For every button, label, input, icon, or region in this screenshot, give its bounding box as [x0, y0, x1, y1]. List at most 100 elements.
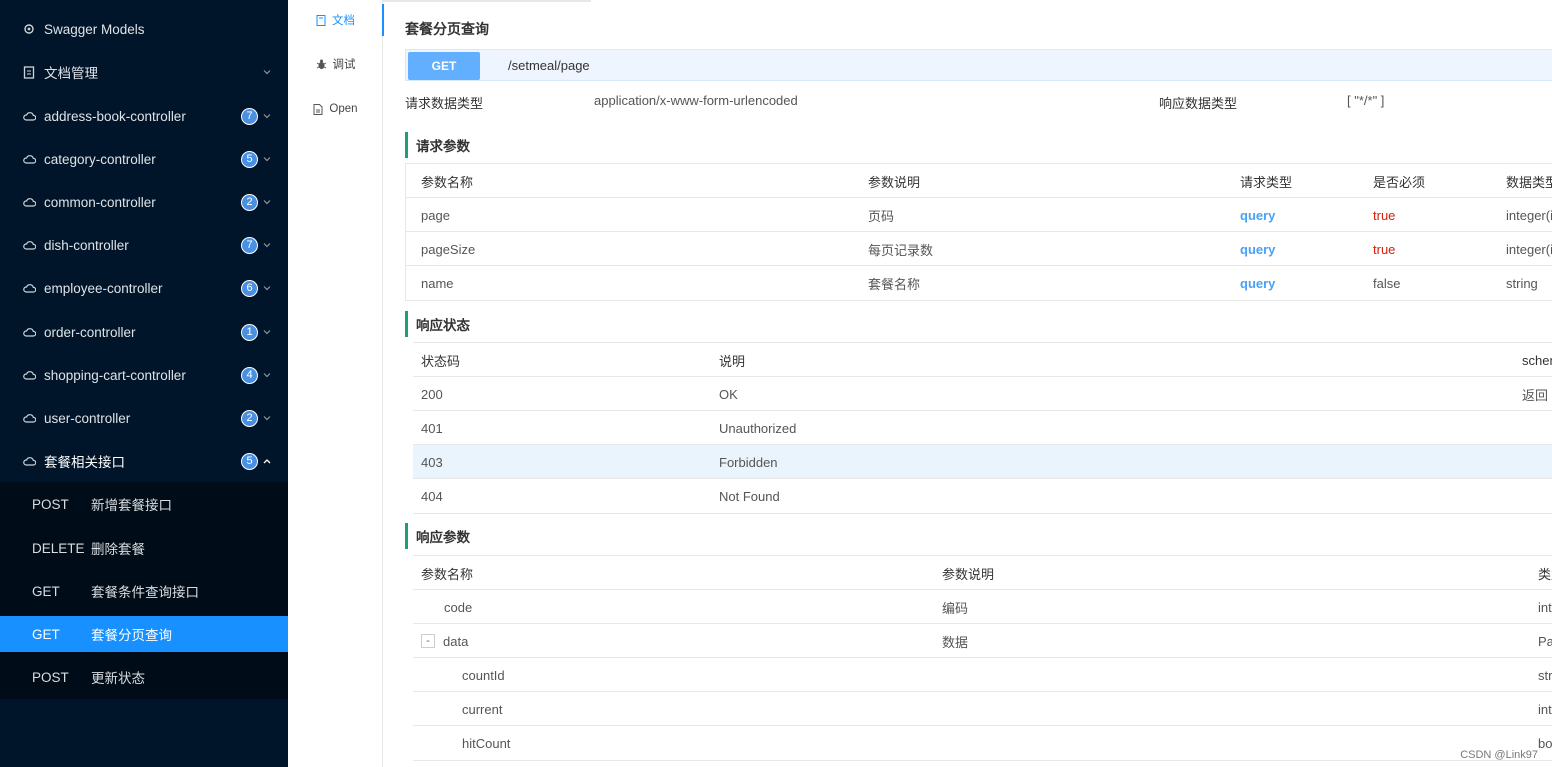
count-badge: 5: [241, 452, 258, 470]
status-schema: 返回: [1522, 387, 1549, 403]
status-code: 401: [421, 420, 443, 436]
param-in: query: [1240, 207, 1276, 223]
sidebar-item[interactable]: employee-controller 6: [0, 268, 288, 308]
tab-open[interactable]: Open: [288, 91, 383, 127]
sidebar-item[interactable]: address-book-controller 7: [0, 96, 288, 136]
chevron-down-icon[interactable]: [263, 414, 271, 422]
tab-debug-label: 调试: [332, 59, 356, 71]
param-name: name: [421, 275, 454, 291]
sidebar-item[interactable]: common-controller 2: [0, 182, 288, 222]
submenu-setmeal: POST 新增套餐接口 DELETE 删除套餐 GET 套餐条件查询接口 GET 套餐分页查询…: [0, 482, 288, 699]
cloud-icon: [22, 368, 36, 382]
submenu-item[interactable]: POST 新增套餐接口: [0, 486, 288, 522]
table-row: 404 Not Found: [413, 479, 1552, 513]
sidebar: Swagger Models 文档管理 address-book-controlle…: [0, 0, 288, 767]
sidebar-item-label: 套餐相关接口: [44, 455, 125, 470]
table-header: 状态码 说明 schema: [413, 343, 1552, 377]
submenu-item[interactable]: DELETE 删除套餐: [0, 530, 288, 566]
tab-doc[interactable]: 文档: [288, 2, 384, 38]
count-badge: 1: [241, 323, 258, 341]
col-header: 请求类型: [1240, 174, 1293, 190]
cloud-icon: [22, 109, 36, 123]
file-icon: [313, 103, 323, 115]
cloud-icon: [22, 195, 36, 209]
param-type: integer(int32): [1506, 241, 1552, 257]
sidebar-item-label: 文档管理: [44, 66, 98, 81]
status-code: 403: [421, 454, 443, 470]
col-header: 数据类型: [1506, 174, 1552, 190]
col-header: 参数名称: [421, 566, 474, 582]
response-params-table: 参数名称 参数说明 类型 code 编码 integer - data 数据 P…: [413, 555, 1552, 761]
chevron-down-icon[interactable]: [263, 371, 271, 379]
col-header: 参数说明: [942, 566, 995, 582]
col-header: 状态码: [421, 353, 461, 369]
main-content: 套餐分页查询 GET /setmeal/page 请求数据类型 applicat…: [383, 0, 1552, 767]
response-type-value: [ "*/*" ]: [1347, 93, 1385, 108]
col-header: 说明: [719, 353, 746, 369]
col-header: 类型: [1538, 566, 1552, 582]
sidebar-item-label: user-controller: [44, 410, 131, 426]
status-code: 404: [421, 488, 443, 504]
http-method-label: GET: [32, 626, 60, 642]
collapse-toggle[interactable]: -: [421, 634, 435, 648]
chevron-down-icon[interactable]: [263, 328, 271, 336]
count-badge: 4: [241, 366, 258, 384]
http-method-label: POST: [32, 669, 69, 685]
field-type: integer: [1538, 701, 1552, 717]
sidebar-item[interactable]: dish-controller 7: [0, 225, 288, 265]
sidebar-item-label: category-controller: [44, 151, 156, 167]
status-desc: Forbidden: [719, 454, 778, 470]
sidebar-item[interactable]: category-controller 5: [0, 139, 288, 179]
sidebar-item-label: address-book-controller: [44, 108, 186, 124]
table-header: 参数名称 参数说明 类型: [413, 556, 1552, 590]
submenu-item[interactable]: POST 更新状态: [0, 659, 288, 695]
bug-icon: [316, 59, 327, 70]
param-required: false: [1373, 275, 1401, 291]
chevron-down-icon[interactable]: [263, 112, 271, 120]
param-name: pageSize: [421, 241, 476, 257]
param-required: true: [1373, 241, 1396, 257]
chevron-down-icon[interactable]: [263, 155, 271, 163]
count-badge: 7: [241, 236, 258, 254]
param-desc: 套餐名称: [868, 276, 921, 292]
sidebar-item[interactable]: shopping-cart-controller 4: [0, 355, 288, 395]
sidebar-item[interactable]: order-controller 1: [0, 312, 288, 352]
submenu-item[interactable]: GET 套餐条件查询接口: [0, 573, 288, 609]
param-type: integer(int32): [1506, 207, 1552, 223]
param-in: query: [1240, 241, 1276, 257]
cloud-icon: [22, 238, 36, 252]
field-desc: 编码: [942, 600, 969, 616]
col-header: 是否必须: [1373, 174, 1426, 190]
sidebar-item[interactable]: 套餐相关接口 5: [0, 441, 288, 481]
count-badge: 7: [241, 107, 258, 125]
chevron-down-icon[interactable]: [263, 68, 271, 76]
sidebar-item[interactable]: user-controller 2: [0, 398, 288, 438]
table-row: 401 Unauthorized: [413, 411, 1552, 445]
tab-doc-label: 文档: [332, 15, 355, 27]
param-type: string: [1506, 275, 1538, 291]
field-type: boolean: [1538, 735, 1552, 751]
tab-debug[interactable]: 调试: [288, 46, 383, 82]
section-response-params: 响应参数: [405, 523, 470, 549]
submenu-item-label: 套餐分页查询: [91, 628, 172, 643]
submenu-item[interactable]: GET 套餐分页查询: [0, 616, 288, 652]
param-desc: 每页记录数: [868, 242, 934, 258]
field-name: data: [443, 633, 469, 649]
count-badge: 5: [241, 150, 258, 168]
param-name: page: [421, 207, 450, 223]
table-row: name 套餐名称 query false string: [406, 266, 1552, 300]
field-name: current: [462, 701, 503, 717]
status-code: 200: [421, 386, 443, 402]
chevron-down-icon[interactable]: [263, 198, 271, 206]
sidebar-item[interactable]: 文档管理: [0, 52, 288, 92]
chevron-down-icon[interactable]: [263, 284, 271, 292]
http-method-label: POST: [32, 496, 69, 512]
table-row: countId string: [413, 658, 1552, 692]
sidebar-item[interactable]: Swagger Models: [0, 9, 288, 49]
chevron-down-icon[interactable]: [263, 241, 271, 249]
cloud-icon: [22, 411, 36, 425]
field-type: integer: [1538, 599, 1552, 615]
cloud-icon: [22, 281, 36, 295]
chevron-up-icon[interactable]: [263, 457, 271, 465]
field-name: countId: [462, 667, 505, 683]
